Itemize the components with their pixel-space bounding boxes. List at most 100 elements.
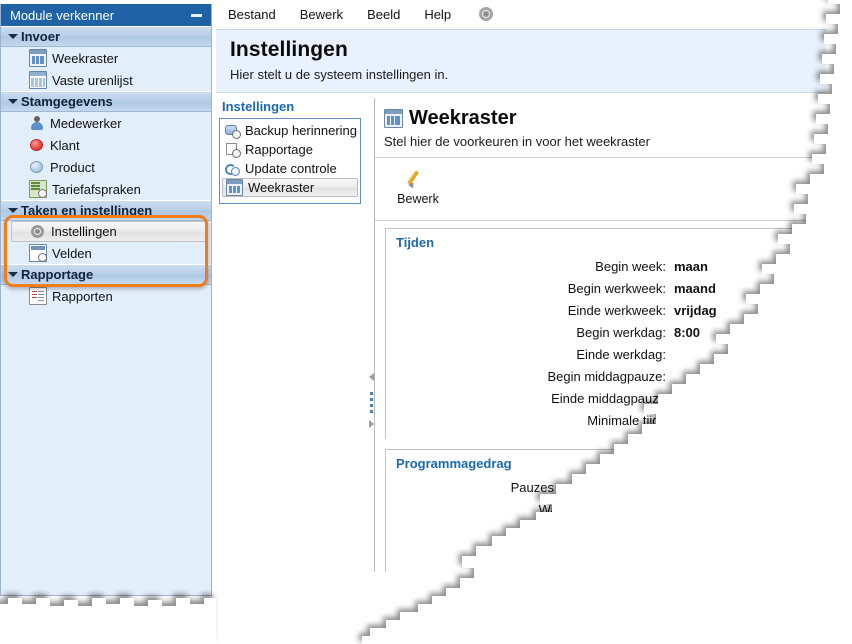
detail-subtitle: Stel hier de voorkeuren in voor het week…: [384, 134, 650, 149]
form-label: Wissen tijdsb: [589, 523, 666, 539]
sidebar-item-tariefafspraken[interactable]: Tariefafspraken: [1, 178, 211, 200]
sidebar-item-label: Medewerker: [50, 115, 122, 131]
settings-list-item-rapportage[interactable]: Rapportage: [222, 140, 358, 159]
sidebar-item-medewerker[interactable]: Medewerker: [1, 112, 211, 134]
minimize-button[interactable]: [187, 7, 205, 23]
form-label: Begin middagpauze:: [547, 368, 666, 384]
group-header-label: Taken en instellingen: [21, 203, 153, 218]
form-value[interactable]: 8:00: [674, 325, 700, 340]
update-icon: [225, 161, 240, 176]
calendar-icon: [29, 49, 47, 67]
page-subtitle: Hier stelt u de systeem instellingen in.: [230, 67, 449, 82]
form-row: Wissen tijdsb: [386, 520, 825, 542]
sidebar-item-label: Product: [50, 159, 95, 175]
sidebar-item-klant[interactable]: Klant: [1, 134, 211, 156]
detail-header: Weekraster Stel hier de voorkeuren in vo…: [375, 98, 826, 149]
menu-item-bestand[interactable]: Bestand: [216, 4, 288, 25]
blue-sphere-icon: [29, 159, 45, 175]
calendar-icon: [226, 179, 243, 196]
form-value[interactable]: vrijdag: [674, 303, 717, 318]
table-grid-icon: [29, 71, 47, 89]
form-label: Minimale tijds: [587, 412, 666, 428]
form-row: Pauzes overslaan tijdens b: [386, 476, 825, 498]
user-icon: [29, 115, 45, 131]
group-header-label: Stamgegevens: [21, 94, 113, 109]
section-title: Programmagedrag: [396, 456, 512, 471]
sidebar-item-label: Weekraster: [52, 50, 119, 66]
sidebar-item-label: Klant: [50, 137, 80, 153]
form-row: Laatste werkzaamh: [386, 542, 825, 564]
sidebar-item-vaste-urenlijst[interactable]: Vaste urenlijst: [1, 69, 211, 91]
form-label: Waarschuwen bij over: [538, 501, 666, 517]
settings-list-item-backup-herinnering[interactable]: Backup herinnering: [222, 121, 358, 140]
collapse-triangle-icon: [7, 97, 18, 107]
module-explorer-title: Module verkenner: [10, 7, 115, 23]
pencil-icon: [407, 167, 429, 189]
form-label: Begin werkdag:: [576, 324, 666, 340]
settings-list-item-update-controle[interactable]: Update controle: [222, 159, 358, 178]
menu-bar: Bestand Bewerk Beeld Help: [216, 0, 826, 28]
form-label: Begin werkweek:: [567, 280, 666, 296]
form-row: Einde middagpauze: [386, 387, 825, 409]
sidebar-item-label: Instellingen: [51, 224, 117, 239]
collapse-triangle-icon: [7, 32, 18, 42]
document-icon: [29, 287, 47, 305]
menu-item-beeld[interactable]: Beeld: [355, 4, 412, 25]
report-icon: [225, 142, 241, 158]
form-row: Einde werkdag:: [386, 343, 825, 365]
sidebar-item-label: Rapporten: [52, 288, 113, 304]
bewerk-button[interactable]: Bewerk: [389, 164, 447, 206]
dots-grip-icon[interactable]: [370, 392, 373, 414]
settings-list-item-label: Weekraster: [248, 180, 315, 195]
gear-icon[interactable]: [477, 5, 495, 23]
settings-list-item-label: Backup herinnering: [245, 123, 358, 138]
settings-list[interactable]: Backup herinnering Rapportage Update contr…: [219, 118, 361, 204]
sidebar-item-label: Tariefafspraken: [52, 181, 141, 197]
sidebar-item-product[interactable]: Product: [1, 156, 211, 178]
form-value[interactable]: maan: [674, 259, 708, 274]
red-sphere-icon: [29, 137, 45, 153]
form-label: Laatste werkzaamh: [553, 545, 666, 561]
page-header: Instellingen Hier stelt u de systeem ins…: [216, 29, 826, 93]
menu-item-help[interactable]: Help: [412, 4, 463, 25]
detail-pane: Weekraster Stel hier de voorkeuren in vo…: [374, 98, 826, 572]
rate-agreement-icon: [29, 180, 47, 198]
settings-list-item-label: Rapportage: [245, 142, 313, 157]
calendar-icon: [384, 109, 403, 128]
sidebar-item-instellingen[interactable]: Instellingen: [11, 221, 207, 242]
form-label: Begin week:: [595, 258, 666, 274]
form-row: Begin werkweek: maand: [386, 277, 825, 299]
form-row: Begin middagpauze:: [386, 365, 825, 387]
form-label: Pauzes overslaan tijdens b: [510, 479, 666, 495]
sidebar-item-rapporten[interactable]: Rapporten: [1, 285, 211, 307]
group-header-taken-en-instellingen[interactable]: Taken en instellingen: [1, 200, 211, 221]
form-label: Einde middagpauze: [551, 390, 666, 406]
form-value[interactable]: maand: [674, 281, 716, 296]
detail-toolbar: Bewerk: [375, 158, 826, 212]
form-row: Minimale tijds: [386, 409, 825, 431]
section-title: Tijden: [396, 235, 435, 250]
gear-icon: [30, 224, 46, 240]
detail-title: Weekraster: [409, 107, 517, 129]
sidebar-item-velden[interactable]: Velden: [1, 242, 211, 264]
section-tijden: Tijden Begin week: maan Begin werkweek: maan…: [385, 228, 826, 439]
group-header-stamgegevens[interactable]: Stamgegevens: [1, 91, 211, 112]
settings-list-label: Instellingen: [222, 99, 295, 114]
sidebar-item-weekraster[interactable]: Weekraster: [1, 47, 211, 69]
page-title: Instellingen: [230, 38, 348, 61]
module-explorer-tree: Invoer Weekraster Vaste urenlijst Stamgegev…: [1, 26, 211, 307]
section-programmagedrag: Programmagedrag Pauzes overslaan tijdens …: [385, 449, 826, 572]
group-header-invoer[interactable]: Invoer: [1, 26, 211, 47]
menu-item-bewerk[interactable]: Bewerk: [288, 4, 355, 25]
form-row: Begin werkdag: 8:00: [386, 321, 825, 343]
bewerk-button-label: Bewerk: [397, 192, 439, 206]
group-header-label: Invoer: [21, 29, 61, 44]
form-label: Einde werkdag:: [576, 346, 666, 362]
group-header-rapportage[interactable]: Rapportage: [1, 264, 211, 285]
settings-list-item-label: Update controle: [245, 161, 337, 176]
module-explorer-panel: Module verkenner Invoer Weekraster Vaste u…: [0, 4, 212, 596]
module-explorer-titlebar: Module verkenner: [1, 4, 211, 26]
settings-list-item-weekraster[interactable]: Weekraster: [222, 178, 358, 197]
collapse-triangle-icon: [7, 270, 18, 280]
fields-icon: [29, 244, 47, 262]
